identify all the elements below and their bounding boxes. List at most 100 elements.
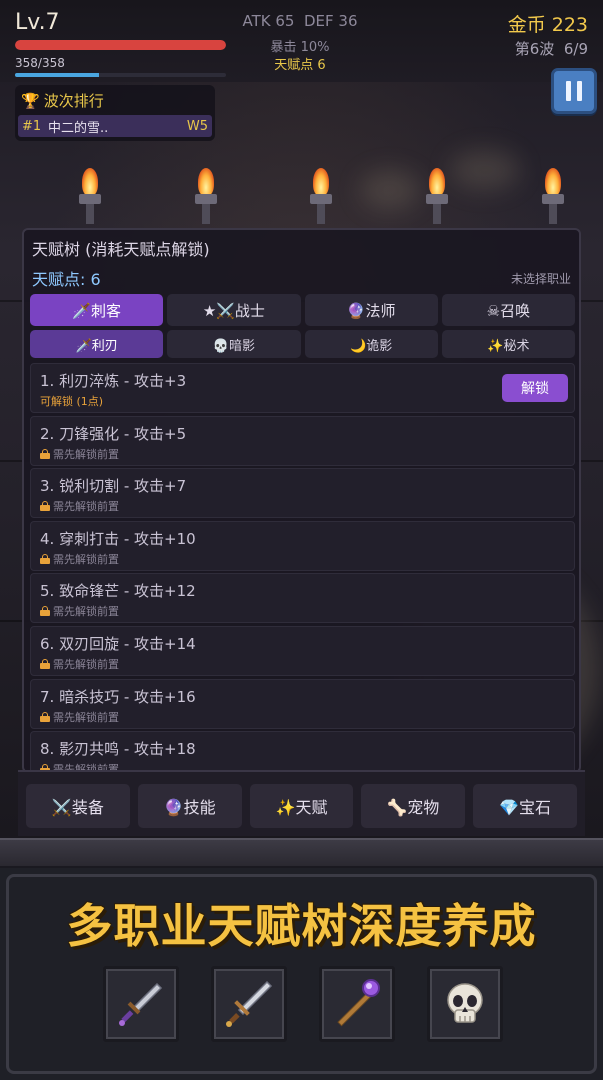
flame-icon: [545, 168, 561, 196]
talent-points-hud: 天赋点 6: [274, 58, 326, 73]
skill-row: 6. 双刃回旋 - 攻击+14 需先解锁前置: [30, 625, 575, 676]
skill-name: 1. 利刃淬炼 - 攻击+3: [40, 372, 187, 390]
nav-pets[interactable]: 🦴宠物: [361, 784, 466, 828]
attack-defense-stats: ATK 65 DEF 36: [242, 12, 358, 30]
nav-talents[interactable]: ✨天赋: [249, 784, 354, 828]
hp-text: 358/358: [15, 56, 65, 70]
sword-icon: [226, 980, 273, 1027]
tab-blade[interactable]: 🗡️利刃: [30, 330, 164, 358]
crit-stat: 暴击 10%: [270, 40, 330, 55]
torch: [193, 168, 219, 226]
flame-icon: [313, 168, 329, 196]
skill-row: 8. 影刃共鸣 - 攻击+18 需先解锁前置: [30, 731, 575, 771]
tab-phantom[interactable]: 🌙诡影: [304, 330, 438, 358]
torch-stick: [202, 204, 210, 224]
skull-icon: [447, 983, 483, 1023]
wave-counter: 第6波 6/9: [514, 40, 588, 58]
torch: [424, 168, 450, 226]
skill-status-text: 需先解锁前置: [53, 500, 119, 514]
skill-name: 4. 穿刺打击 - 攻击+10: [40, 529, 196, 548]
flame-icon: [198, 168, 214, 196]
nav-skills[interactable]: 🔮技能: [137, 784, 242, 828]
dagger-slot: [103, 966, 179, 1042]
dagger-icon: [119, 982, 163, 1026]
tab-shadow[interactable]: 💀暗影: [167, 330, 301, 358]
skill-row: 4. 穿刺打击 - 攻击+10 需先解锁前置: [30, 520, 575, 571]
branch-tabs: 🗡️利刃 💀暗影 🌙诡影 ✨秘术: [30, 330, 575, 358]
flame-icon: [429, 168, 445, 196]
nav-gems[interactable]: 💎宝石: [473, 784, 577, 828]
ranking-wave: W5: [186, 118, 208, 134]
flame-icon: [82, 168, 98, 196]
promo-banner: 多职业天赋树深度养成: [0, 868, 603, 1080]
bottom-nav: ⚔️装备 🔮技能 ✨天赋 🦴宠物 💎宝石: [18, 770, 585, 836]
torch-cup: [426, 194, 448, 204]
skill-status: 需先解锁前置: [40, 709, 119, 725]
skill-row: 2. 刀锋强化 - 攻击+5 需先解锁前置: [30, 415, 575, 466]
torch: [77, 168, 103, 226]
torch: [308, 168, 334, 226]
staff-slot: [319, 966, 395, 1042]
skill-status-text: 需先解锁前置: [53, 447, 119, 461]
torch: [540, 168, 566, 226]
lock-icon: [40, 606, 50, 617]
torch-stick: [549, 204, 557, 224]
skill-status: 需先解锁前置: [40, 603, 119, 619]
sword-slot: [211, 966, 287, 1042]
torch-cup: [195, 194, 217, 204]
skill-status-text: 需先解锁前置: [53, 710, 119, 724]
nav-equipment[interactable]: ⚔️装备: [26, 784, 130, 828]
xp-bar: [15, 73, 226, 77]
top-hud: Lv.7 358/358 ATK 65 DEF 36 暴击 10% 天赋点 6 …: [0, 0, 603, 82]
tab-summoner[interactable]: ☠召唤: [441, 294, 575, 326]
skill-status: 需先解锁前置: [40, 656, 119, 672]
skull-slot: [427, 966, 503, 1042]
class-status: 未选择职业: [510, 272, 571, 286]
hp-bar: [15, 40, 226, 50]
tab-warrior[interactable]: ★⚔️战士: [167, 294, 301, 326]
skill-name: 5. 致命锋芒 - 攻击+12: [40, 582, 196, 601]
smoke-effect: [360, 170, 420, 210]
skill-row: 1. 利刃淬炼 - 攻击+3 可解锁 (1点) 解锁: [30, 363, 575, 413]
torch-cup: [310, 194, 332, 204]
torch-stick: [433, 204, 441, 224]
torch-cup: [79, 194, 101, 204]
ranking-player-name: 中二的雪..: [48, 120, 109, 136]
skill-status: 需先解锁前置: [40, 498, 119, 514]
skill-row: 5. 致命锋芒 - 攻击+12 需先解锁前置: [30, 573, 575, 624]
pause-button[interactable]: [551, 68, 597, 114]
skill-status: 需先解锁前置: [40, 446, 119, 462]
talent-points: 天赋点: 6: [32, 270, 101, 289]
skill-status-text: 需先解锁前置: [53, 657, 119, 671]
ranking-title: 🏆 波次排行: [21, 90, 104, 111]
xp-bar-fill: [15, 73, 100, 77]
skill-name: 3. 锐利切割 - 攻击+7: [40, 477, 187, 496]
skill-row: 7. 暗杀技巧 - 攻击+16 需先解锁前置: [30, 678, 575, 729]
unlock-button[interactable]: 解锁: [502, 374, 568, 402]
skill-name: 7. 暗杀技巧 - 攻击+16: [40, 687, 196, 706]
tab-assassin[interactable]: 🗡️刺客: [30, 294, 164, 326]
smoke-effect: [450, 150, 520, 190]
lock-icon: [40, 711, 50, 722]
skill-status-text: 需先解锁前置: [53, 605, 119, 619]
skill-status: 需先解锁前置: [40, 551, 119, 567]
gold-counter: 金币 223: [507, 14, 588, 36]
ranking-row: #1 中二的雪.. W5: [18, 115, 212, 137]
panel-title: 天赋树 (消耗天赋点解锁): [32, 240, 210, 259]
hp-bar-fill: [15, 40, 226, 50]
lock-icon: [40, 448, 50, 459]
lock-icon: [40, 553, 50, 564]
wave-ranking[interactable]: 🏆 波次排行 #1 中二的雪.. W5: [15, 85, 215, 141]
staff-icon: [337, 979, 380, 1027]
lock-icon: [40, 501, 50, 512]
skill-name: 2. 刀锋强化 - 攻击+5: [40, 424, 187, 443]
item-slots: [103, 966, 503, 1042]
skill-row: 3. 锐利切割 - 攻击+7 需先解锁前置: [30, 468, 575, 519]
tab-arcane[interactable]: ✨秘术: [441, 330, 575, 358]
tab-mage[interactable]: 🔮法师: [304, 294, 438, 326]
torch-stick: [86, 204, 94, 224]
stone-border: [0, 838, 603, 868]
pause-icon: [566, 81, 571, 101]
ranking-position: #1: [22, 118, 42, 134]
torch-cup: [542, 194, 564, 204]
